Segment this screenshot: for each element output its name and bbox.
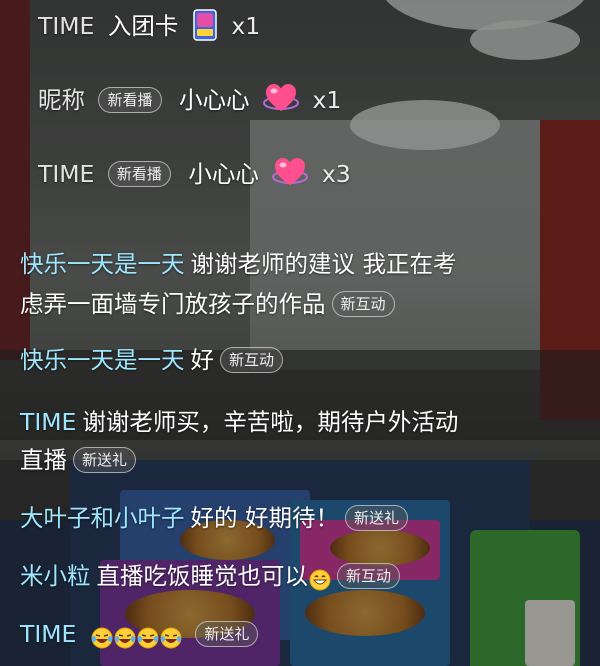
laughing-tears-emoji-icon <box>91 623 113 648</box>
chat-comment-continuation: 虑弄一面墙专门放孩子的作品 新互动 <box>20 286 590 322</box>
gift-count: x1 <box>312 86 342 114</box>
comment-username[interactable]: TIME <box>20 620 76 648</box>
laughing-tears-emoji-icon <box>114 623 136 648</box>
new-viewer-badge: 新看播 <box>107 160 171 187</box>
chat-comment: TIME 新送礼 <box>20 616 590 652</box>
comment-username[interactable]: 大叶子和小叶子 <box>20 504 185 532</box>
gift-sender-name: TIME <box>38 12 95 40</box>
comment-username[interactable]: 米小粒 <box>20 562 91 590</box>
comment-text: 直播吃饭睡觉也可以 <box>96 562 309 590</box>
comment-emojis <box>82 620 189 648</box>
new-interaction-badge: 新互动 <box>331 290 395 317</box>
gift-notice-row: 昵称 新看播 小心心 x1 <box>38 82 590 118</box>
gift-notice-row: TIME 入团卡 x1 <box>38 8 590 45</box>
chat-comment: 快乐一天是一天好新互动 <box>20 342 590 378</box>
gift-notice-text: 入团卡 <box>107 12 179 40</box>
comment-username[interactable]: 快乐一天是一天 <box>20 250 185 278</box>
comment-username[interactable]: TIME <box>20 408 76 436</box>
comment-text: 好的 好期待！ <box>190 504 339 532</box>
chat-comment: 米小粒 直播吃饭睡觉也可以 新互动 <box>20 558 590 594</box>
comment-text: 谢谢老师买，辛苦啦，期待户外活动 <box>82 408 459 436</box>
comment-text: 虑弄一面墙专门放孩子的作品 <box>20 290 326 318</box>
new-gift-badge: 新送礼 <box>195 620 259 647</box>
gift-count: x1 <box>231 12 261 40</box>
new-interaction-badge: 新互动 <box>337 562 401 589</box>
comment-username[interactable]: 快乐一天是一天 <box>20 346 185 374</box>
gift-notice-row: TIME 新看播 小心心 x3 <box>38 156 590 192</box>
live-chat-overlay: TIME 入团卡 x1 昵称 新看播 小心心 x1 TIME 新看播 小心心 x… <box>0 0 600 666</box>
gift-sender-name: TIME <box>38 160 95 188</box>
heart-icon <box>272 157 309 189</box>
new-gift-badge: 新送礼 <box>73 446 137 473</box>
new-gift-badge: 新送礼 <box>344 504 408 531</box>
gift-name: 小心心 <box>178 86 250 114</box>
new-viewer-badge: 新看播 <box>98 86 162 113</box>
member-card-icon <box>192 8 218 42</box>
grin-emoji-icon <box>309 565 331 590</box>
new-interaction-badge: 新互动 <box>220 346 284 373</box>
comment-text: 好 <box>190 346 215 374</box>
gift-sender-name: 昵称 <box>38 86 85 114</box>
heart-icon <box>262 83 299 115</box>
comment-text: 直播 <box>20 446 67 474</box>
comment-text: 谢谢老师的建议 我正在考 <box>190 250 457 278</box>
chat-comment: 大叶子和小叶子 好的 好期待！ 新送礼 <box>20 500 590 536</box>
laughing-tears-emoji-icon <box>160 623 182 648</box>
gift-count: x3 <box>321 160 351 188</box>
chat-comment-continuation: 直播 新送礼 <box>20 442 590 478</box>
gift-name: 小心心 <box>188 160 259 188</box>
chat-comment: TIME 谢谢老师买，辛苦啦，期待户外活动 <box>20 404 590 440</box>
chat-comment: 快乐一天是一天 谢谢老师的建议 我正在考 <box>20 246 590 282</box>
laughing-tears-emoji-icon <box>137 623 159 648</box>
